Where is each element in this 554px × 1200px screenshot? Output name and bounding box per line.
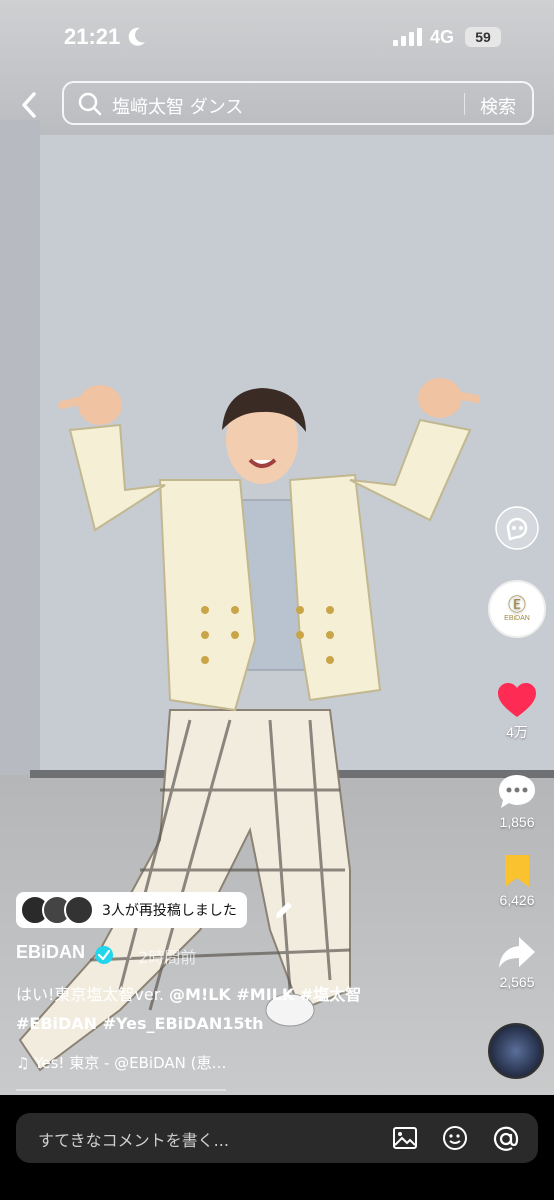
author-name[interactable]: EBiDAN [16, 942, 85, 963]
comment-input[interactable]: すてきなコメントを書く... [16, 1113, 538, 1163]
caption: はい!東京塩太智ver. @M!LK #MILK #塩太智 #EBiDAN #Y… [16, 980, 476, 1038]
moon-icon [128, 27, 145, 46]
emoji-icon[interactable] [442, 1125, 468, 1151]
repost-avatars [20, 895, 94, 925]
back-arrow-icon[interactable] [16, 90, 44, 120]
search-button[interactable]: 検索 [480, 93, 516, 119]
share-button[interactable]: 2,565 [480, 935, 554, 990]
like-button[interactable]: 4万 [480, 683, 554, 742]
comment-count: 1,856 [499, 814, 535, 830]
video-player[interactable] [0, 0, 554, 1095]
verified-icon [95, 946, 113, 964]
bookmark-icon [505, 855, 529, 887]
clock: 21:21 [64, 24, 121, 49]
chat-bubble-icon [495, 506, 539, 550]
signal-icon [393, 28, 422, 46]
caption-text: はい!東京塩太智ver. [16, 985, 170, 1004]
share-count: 2,565 [499, 974, 535, 990]
pencil-icon[interactable] [272, 898, 296, 922]
share-arrow-icon [499, 937, 535, 968]
bookmark-button[interactable]: 6,426 [480, 853, 554, 908]
image-icon[interactable] [392, 1125, 418, 1151]
status-bar: 21:21 4G 59 [0, 0, 554, 70]
post-time: · 2時間前 [128, 948, 197, 967]
music-disc[interactable] [488, 1023, 544, 1079]
comment-placeholder: すてきなコメントを書く... [38, 1131, 229, 1150]
ai-chat-button[interactable] [480, 505, 554, 554]
network-type: 4G [430, 27, 455, 47]
creator-avatar[interactable]: Ⓔ EBiDAN [480, 580, 554, 638]
avatar-emblem-icon: Ⓔ [508, 594, 526, 615]
repost-badge[interactable]: 3人が再投稿しました [16, 892, 247, 928]
bookmark-count: 6,426 [499, 892, 535, 908]
caption-hashtags[interactable]: #EBiDAN #Yes_EBiDAN15th [16, 1014, 264, 1033]
battery-indicator: 59 [465, 27, 501, 47]
search-divider [464, 93, 465, 115]
music-info[interactable]: ♫ Yes! 東京 - @EBiDAN (恵… [16, 1052, 226, 1073]
like-count: 4万 [506, 724, 528, 740]
heart-icon [498, 683, 536, 717]
avatar-label: EBiDAN [504, 614, 530, 622]
repost-text: 3人が再投稿しました [102, 903, 237, 919]
avatar [64, 895, 94, 925]
comment-icon [499, 775, 535, 808]
search-query[interactable]: 塩﨑太智 ダンス [112, 93, 243, 119]
mention-icon[interactable] [492, 1125, 520, 1153]
caption-tags[interactable]: @M!LK #MILK #塩太智 [169, 985, 361, 1004]
search-bar[interactable]: 塩﨑太智 ダンス 検索 [62, 81, 534, 125]
comment-button[interactable]: 1,856 [480, 773, 554, 830]
search-icon [78, 92, 102, 116]
video-progress[interactable] [16, 1089, 226, 1091]
